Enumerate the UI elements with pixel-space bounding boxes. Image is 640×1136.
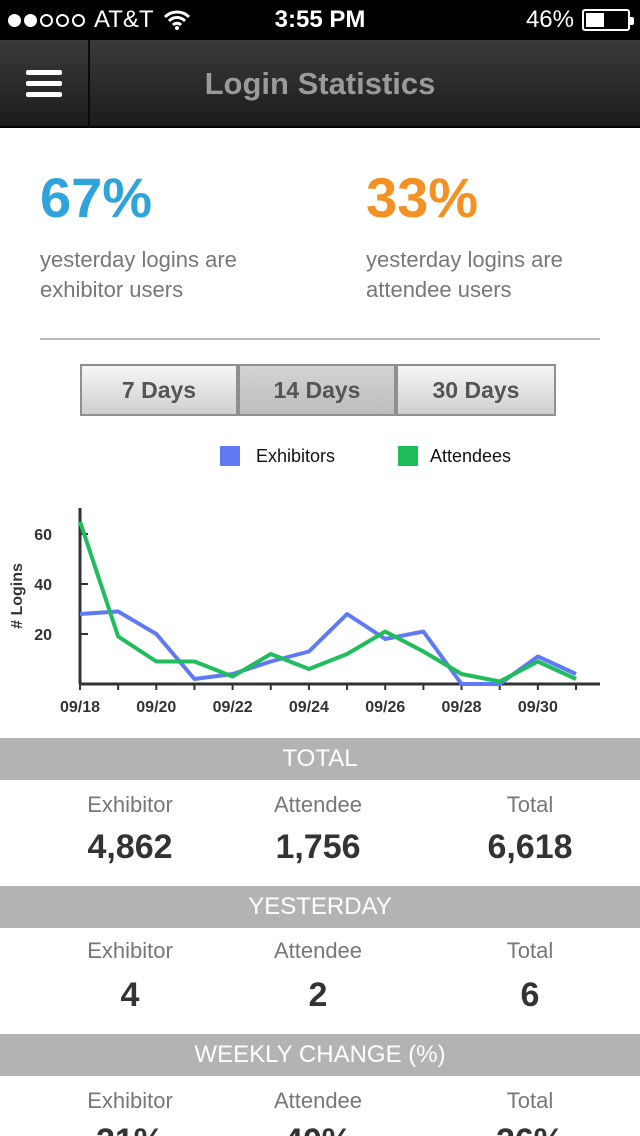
x-tick-label: 09/26 [365,699,405,716]
attendee-description-line2: attendee users [366,277,512,302]
total-exhibitor-value: 4,862 [87,828,173,866]
total-attendee-value: 1,756 [275,828,361,866]
series-line-attendees [78,520,577,684]
yesterday-attendee-label: Attendee [273,938,363,963]
status-bar: AT&T 3:55 PM 46% [0,0,640,40]
legend-label-attendees: Attendees [430,446,512,466]
weekly-exhibitor-label: Exhibitor [87,1088,173,1113]
attendee-percentage: 33% [366,166,479,229]
login-line-chart: 20 40 60 # Logins 09/18 09/20 09/22 09/24 09/26 0… [9,508,600,716]
weekly-total-value: 26% [450,1122,610,1136]
weekly-exhibitor-value: 21% [50,1122,210,1136]
total-exhibitor-label: Exhibitor [87,792,173,817]
hamburger-menu-icon[interactable] [0,40,90,128]
y-axis-label: # Logins [9,563,26,629]
total-total-value: 6,618 [487,828,573,866]
exhibitor-description-line1: yesterday logins are [40,247,237,272]
section-header-total: TOTAL [0,738,640,780]
exhibitor-percentage: 67% [40,166,153,229]
legend-label-exhibitors: Exhibitors [256,446,336,466]
section-header-yesterday: YESTERDAY [0,886,640,928]
y-tick-label: 60 [34,527,52,544]
y-tick-label: 20 [34,627,52,644]
battery-tip [630,17,634,25]
yesterday-total-label: Total [506,938,554,963]
menu-line [26,70,62,75]
tab-14-days[interactable]: 14 Days [238,364,396,416]
yesterday-exhibitor-value: 4 [120,976,140,1014]
section-header-weekly-change: WEEKLY CHANGE (%) [0,1034,640,1076]
total-total-label: Total [506,792,554,817]
menu-line [26,92,62,97]
tab-7-days[interactable]: 7 Days [80,364,238,416]
yesterday-attendee-value: 2 [308,976,328,1014]
battery-level [586,13,605,27]
attendee-description: yesterday logins are attendee users [366,245,626,305]
tab-30-days[interactable]: 30 Days [396,364,556,416]
legend-swatch-exhibitors [220,446,240,466]
x-tick-label: 09/20 [136,699,176,716]
navigation-bar: Login Statistics [0,40,640,128]
weekly-attendee-label: Attendee [273,1088,363,1113]
legend-swatch-attendees [398,446,418,466]
exhibitor-description-line2: exhibitor users [40,277,184,302]
battery-status: 46% [525,0,634,40]
y-tick-label: 40 [34,577,52,594]
page-title: Login Statistics [204,66,436,101]
series-line-exhibitors [79,609,577,686]
x-tick-label: 09/30 [518,699,558,716]
weekly-attendee-value: 40% [238,1122,398,1136]
x-tick-label: 09/24 [289,699,329,716]
x-tick-label: 09/18 [60,699,100,716]
total-attendee-label: Attendee [273,792,363,817]
x-tick-label: 09/28 [442,699,482,716]
weekly-total-label: Total [506,1088,554,1113]
exhibitor-description: yesterday logins are exhibitor users [40,245,300,305]
menu-line [26,81,62,86]
yesterday-total-value: 6 [520,976,540,1014]
attendee-description-line1: yesterday logins are [366,247,563,272]
yesterday-exhibitor-label: Exhibitor [87,938,173,963]
x-tick-label: 09/22 [213,699,253,716]
battery-icon [582,9,634,31]
battery-percent: 46% [525,6,574,33]
divider [40,338,600,340]
